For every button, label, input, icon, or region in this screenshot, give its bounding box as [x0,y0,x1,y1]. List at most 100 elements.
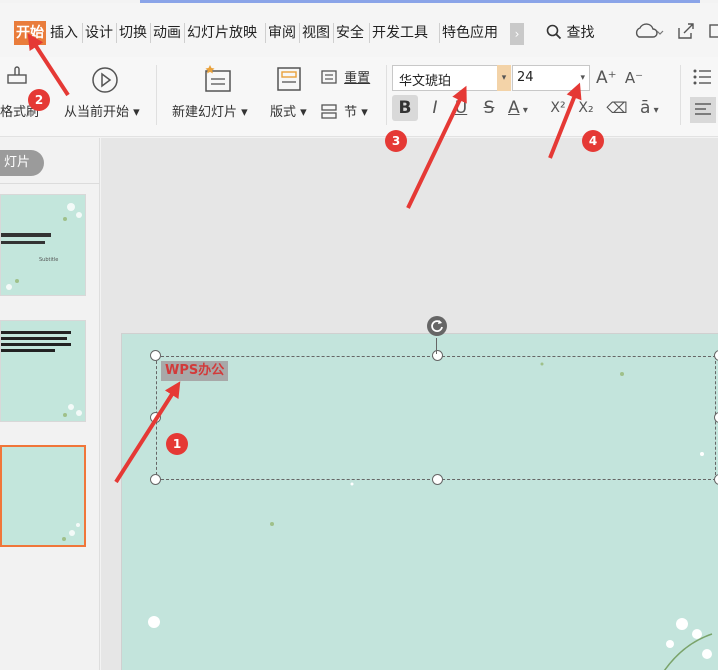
subscript-button[interactable]: X₂ [576,95,596,121]
new-slide-label: 新建幻灯片 ▾ [172,105,248,120]
decrease-font-button[interactable]: A⁻ [624,65,644,91]
slide-thumbnail-art [1,331,82,417]
new-slide-icon [205,65,231,92]
title-textbox[interactable]: WPS办公 [156,356,716,480]
window-controls[interactable] [708,21,718,45]
wps-presentation-window: 开始 插入 设计 切换 动画 幻灯片放映 审阅 视图 安全 开发工具 特色应用 … [0,0,718,670]
resize-handle[interactable] [150,412,161,423]
align-left-button[interactable] [690,97,716,127]
align-left-icon [690,97,716,123]
menu-divider [150,23,151,43]
play-from-current-button[interactable] [90,65,120,99]
new-slide-button[interactable] [202,63,234,99]
play-from-current-label: 从当前开始 ▾ [64,105,140,120]
menu-divider [333,23,334,43]
resize-handle[interactable] [714,474,718,485]
tab-developer[interactable]: 开发工具 [372,21,428,45]
tab-transition[interactable]: 切换 [119,21,147,45]
tab-security[interactable]: 安全 [336,21,364,45]
tab-view[interactable]: 视图 [302,21,330,45]
section-icon [321,104,337,119]
thumbnail-subtitle: Subtitle [39,257,59,263]
superscript-button[interactable]: X² [548,95,568,121]
resize-handle[interactable] [714,350,718,361]
italic-button[interactable]: I [426,95,444,121]
strikethrough-button[interactable]: S [480,95,498,121]
menu-divider [439,23,440,43]
cloud-sync-button[interactable] [634,21,664,45]
slide-thumbnail-2[interactable] [0,320,86,422]
bullets-button[interactable] [692,67,712,91]
reset-label: 重置 [344,71,371,86]
play-icon [92,67,118,93]
font-size-dropdown-button[interactable]: ▾ [580,73,585,83]
slide-thumbnail-3[interactable] [0,445,86,547]
resize-handle[interactable] [150,350,161,361]
menu-divider [184,23,185,43]
tab-animation[interactable]: 动画 [153,21,181,45]
rotate-handle-stem [436,338,437,354]
home-ribbon: 格式刷 从当前开始 ▾ 新建幻灯片 ▾ 版式 ▾ 重置 节 ▾ 华文琥珀 ▾ 2… [0,57,718,137]
font-color-button[interactable]: A ▾ [508,95,544,121]
share-button[interactable] [676,21,698,45]
slide-editing-area: WPS办公 [101,138,718,670]
reset-button[interactable]: 重置 [320,67,370,86]
pane-divider [0,183,100,184]
resize-handle[interactable] [714,412,718,423]
char-spacing-label: ā [640,98,651,118]
tab-insert[interactable]: 插入 [50,21,78,45]
char-spacing-button[interactable]: ā ▾ [640,95,670,121]
tab-review[interactable]: 审阅 [268,21,296,45]
slide-thumbnail-pane: 灯片 Subtitle [0,138,100,670]
menu-divider [116,23,117,43]
font-size-combobox[interactable]: 24 ▾ [512,65,590,91]
tab-home[interactable]: 开始 [14,21,46,45]
brush-icon [7,66,27,84]
annotation-badge-4: 4 [582,130,604,152]
format-painter-button[interactable] [4,63,30,97]
bold-button[interactable]: B [392,95,418,121]
tab-slideshow[interactable]: 幻灯片放映 [187,21,257,45]
annotation-badge-2: 2 [28,89,50,111]
slide-thumbnail-art [1,203,82,290]
menu-divider [265,23,266,43]
cloud-icon [635,23,664,38]
rotate-handle[interactable] [427,316,447,336]
current-slide[interactable]: WPS办公 [121,333,718,670]
resize-handle[interactable] [432,474,443,485]
font-size-value: 24 [517,70,534,85]
search-icon [546,24,562,40]
clear-format-button[interactable]: ⌫ [606,95,628,121]
font-name-dropdown-button[interactable]: ▾ [497,65,511,91]
menu-divider [82,23,83,43]
increase-font-button[interactable]: A⁺ [596,65,617,91]
underline-button[interactable]: U [452,95,470,121]
font-name-combobox[interactable]: 华文琥珀 ▾ [392,65,511,91]
menu-divider [369,23,370,43]
section-label: 节 [344,105,358,120]
tab-special[interactable]: 特色应用 [442,21,498,45]
menu-divider [299,23,300,43]
more-tabs-button[interactable]: › [510,23,524,45]
annotation-badge-1: 1 [166,433,188,455]
rotate-icon [431,320,443,332]
ribbon-divider [386,65,387,125]
slides-tab[interactable]: 灯片 [0,150,44,176]
slide-thumbnail-1[interactable]: Subtitle [0,194,86,296]
bullet-list-icon [693,69,711,85]
ribbon-divider [680,65,681,125]
selected-text[interactable]: WPS办公 [161,361,229,381]
share-icon [678,23,694,39]
resize-handle[interactable] [150,474,161,485]
section-button[interactable]: 节 ▾ [320,101,368,120]
layout-button[interactable] [276,65,302,97]
tab-design[interactable]: 设计 [85,21,113,45]
resize-handle[interactable] [432,350,443,361]
slide-thumbnail-art [62,523,80,541]
search-button[interactable]: 查找 [546,21,594,45]
restore-icon [709,24,718,38]
reset-icon [321,70,337,84]
annotation-badge-3: 3 [385,130,407,152]
menu-bar: 开始 插入 设计 切换 动画 幻灯片放映 审阅 视图 安全 开发工具 特色应用 … [0,3,718,57]
ribbon-divider [156,65,157,125]
